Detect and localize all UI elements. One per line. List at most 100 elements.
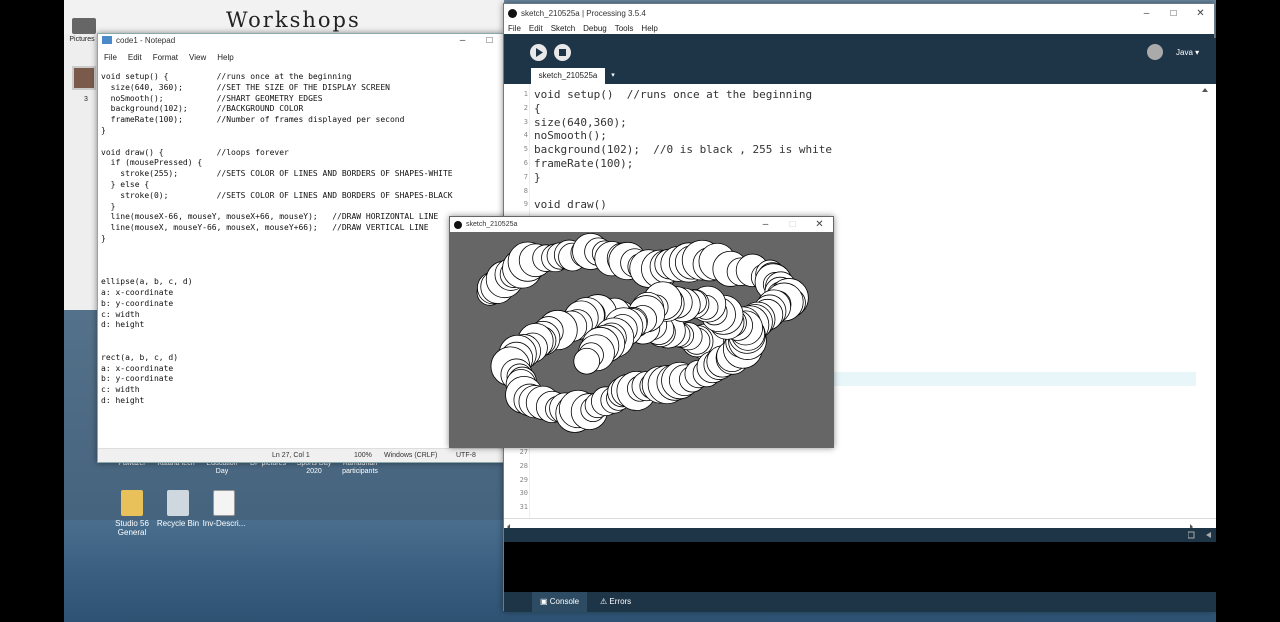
processing-app-icon bbox=[454, 220, 462, 229]
sketch-canvas[interactable] bbox=[450, 232, 833, 447]
notepad-line: b: y-coordinate bbox=[101, 374, 174, 384]
notepad-line: c: width bbox=[101, 385, 140, 395]
notepad-text-area[interactable]: void setup() { //runs once at the beginn… bbox=[101, 72, 501, 472]
play-icon bbox=[536, 48, 543, 57]
sketch-output-window: sketch_210525a – □ ✕ bbox=[449, 216, 834, 448]
ide-toolbar: Java ▾ bbox=[504, 38, 1216, 68]
tab-sketch[interactable]: sketch_210525a bbox=[531, 68, 605, 84]
side-label: Pictures bbox=[69, 36, 95, 43]
recycle-bin-icon bbox=[167, 490, 189, 516]
tab-console[interactable]: ▣ Console bbox=[532, 592, 588, 612]
menu-debug[interactable]: Debug bbox=[583, 24, 607, 33]
menu-sketch[interactable]: Sketch bbox=[551, 24, 575, 33]
notepad-line: frameRate(100); //Number of frames displ… bbox=[101, 115, 405, 125]
close-icon[interactable]: ✕ bbox=[1187, 8, 1214, 19]
notepad-titlebar[interactable]: code1 - Notepad – □ bbox=[98, 34, 503, 46]
console-copy-icon[interactable] bbox=[1188, 531, 1212, 539]
code-line: frameRate(100); bbox=[534, 157, 634, 170]
ide-title: sketch_210525a | Processing 3.5.4 bbox=[521, 8, 646, 18]
notepad-line: line(mouseX, mouseY-66, mouseX, mouseY+6… bbox=[101, 223, 429, 233]
ide-titlebar[interactable]: sketch_210525a | Processing 3.5.4 – □ ✕ bbox=[504, 4, 1214, 22]
notepad-app-icon bbox=[102, 36, 112, 44]
tab-menu-arrow[interactable]: ▾ bbox=[608, 68, 618, 84]
line-number: 7 bbox=[523, 172, 528, 181]
notepad-line: ellipse(a, b, c, d) bbox=[101, 277, 193, 287]
maximize-icon[interactable]: □ bbox=[476, 35, 503, 46]
menu-tools[interactable]: Tools bbox=[615, 24, 634, 33]
line-endings: Windows (CRLF) bbox=[384, 452, 438, 459]
tab-errors-label: Errors bbox=[609, 597, 632, 606]
line-number: 30 bbox=[519, 489, 528, 498]
picture-icon[interactable] bbox=[72, 66, 96, 90]
line-number: 28 bbox=[519, 461, 528, 470]
notepad-window: code1 - Notepad – □ File Edit Format Vie… bbox=[97, 33, 504, 463]
run-button[interactable] bbox=[530, 44, 547, 61]
vertical-scrollbar[interactable] bbox=[1200, 84, 1210, 518]
notepad-line: stroke(0); //SETS COLOR OF LINES AND BOR… bbox=[101, 190, 453, 200]
menu-help[interactable]: Help bbox=[217, 53, 233, 62]
line-number: 1 bbox=[523, 90, 528, 98]
notepad-title: code1 - Notepad bbox=[116, 35, 176, 45]
menu-help[interactable]: Help bbox=[641, 24, 657, 33]
mode-selector[interactable]: Java ▾ bbox=[1176, 48, 1199, 57]
tab-errors[interactable]: ⚠ Errors bbox=[592, 592, 639, 612]
menu-file[interactable]: File bbox=[104, 53, 117, 62]
desktop-icon-label: Recycle Bin bbox=[156, 519, 200, 528]
console-output[interactable] bbox=[504, 542, 1216, 592]
line-number: 3 bbox=[523, 117, 528, 126]
notepad-line: noSmooth(); //SHART GEOMETRY EDGES bbox=[101, 93, 323, 103]
sketch-title: sketch_210525a bbox=[466, 221, 518, 228]
menu-edit[interactable]: Edit bbox=[128, 53, 142, 62]
notepad-line: } bbox=[101, 233, 106, 243]
line-number: 2 bbox=[523, 103, 528, 112]
code-line: { bbox=[534, 101, 541, 115]
notepad-line: void setup() { //runs once at the beginn… bbox=[101, 72, 352, 81]
notepad-line bbox=[101, 245, 501, 256]
menu-edit[interactable]: Edit bbox=[529, 24, 543, 33]
desktop-icon-inv-descr[interactable]: Inv-Descri... bbox=[194, 490, 254, 528]
code-line: background(102); //0 is black , 255 is w… bbox=[534, 143, 833, 157]
horizontal-scrollbar[interactable] bbox=[504, 518, 1216, 530]
notepad-statusbar: Ln 27, Col 1 100% Windows (CRLF) UTF-8 bbox=[98, 448, 503, 462]
code-line: size(640,360); bbox=[534, 115, 627, 129]
menu-view[interactable]: View bbox=[189, 53, 206, 62]
side-label-3: 3 bbox=[84, 96, 88, 103]
tab-console-label: Console bbox=[549, 597, 580, 606]
code-line: noSmooth(); bbox=[534, 129, 607, 143]
notepad-line: rect(a, b, c, d) bbox=[101, 352, 179, 362]
folder-icon[interactable] bbox=[72, 18, 96, 34]
maximize-icon[interactable]: □ bbox=[1160, 8, 1187, 19]
cursor-position: Ln 27, Col 1 bbox=[272, 452, 310, 459]
code-line: void draw() bbox=[534, 198, 607, 212]
sketch-titlebar[interactable]: sketch_210525a – □ ✕ bbox=[450, 217, 833, 232]
console-header bbox=[504, 528, 1216, 542]
notepad-line bbox=[101, 256, 501, 267]
menu-file[interactable]: File bbox=[508, 24, 521, 33]
notepad-line: if (mousePressed) { bbox=[101, 158, 203, 168]
warning-icon: ⚠ bbox=[600, 597, 610, 606]
console-icon: ▣ bbox=[540, 597, 550, 606]
background-window-title: Workshops bbox=[226, 8, 361, 32]
notepad-line: } bbox=[101, 201, 116, 211]
menu-format[interactable]: Format bbox=[153, 53, 178, 62]
sketch-circle bbox=[573, 347, 601, 375]
folder-icon bbox=[121, 490, 143, 516]
minimize-icon[interactable]: – bbox=[752, 219, 779, 230]
notepad-line bbox=[101, 266, 501, 277]
notepad-line bbox=[101, 331, 501, 342]
notepad-line: void draw() { //loops forever bbox=[101, 147, 289, 157]
debugger-button[interactable] bbox=[1147, 44, 1163, 60]
line-number: 4 bbox=[523, 131, 528, 140]
code-line: } bbox=[534, 170, 541, 184]
code-line: void setup() //runs once at the beginnin… bbox=[534, 88, 813, 101]
notepad-line: } bbox=[101, 125, 106, 135]
close-icon[interactable]: ✕ bbox=[806, 219, 833, 230]
minimize-icon[interactable]: – bbox=[449, 35, 476, 46]
notepad-line: size(640, 360); //SET THE SIZE OF THE DI… bbox=[101, 82, 390, 92]
stop-button[interactable] bbox=[554, 44, 571, 61]
minimize-icon[interactable]: – bbox=[1133, 8, 1160, 19]
notepad-line: d: height bbox=[101, 320, 145, 330]
line-number: 6 bbox=[523, 159, 528, 167]
processing-app-icon bbox=[508, 8, 517, 18]
notepad-line: d: height bbox=[101, 395, 145, 405]
